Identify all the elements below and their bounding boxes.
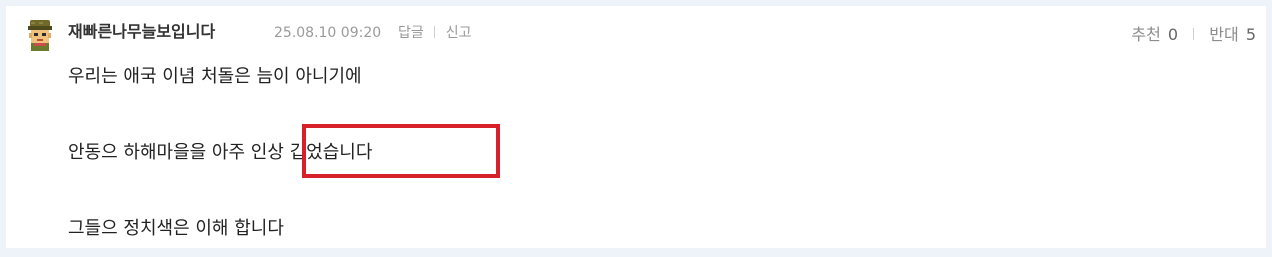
upvote-label: 추천 <box>1131 25 1161 44</box>
soldier-avatar-icon[interactable] <box>22 17 58 53</box>
comment-meta: 25.08.10 09:20 답글 신고 <box>274 23 471 43</box>
author-name[interactable]: 재빠른나무늘보입니다 <box>68 20 215 44</box>
reply-link[interactable]: 답글 <box>398 25 424 41</box>
report-link[interactable]: 신고 <box>446 25 472 41</box>
comment-text-line: 그들으 정치색은 이해 합니다 <box>68 218 284 239</box>
red-highlight-box <box>302 124 500 178</box>
downvote-label: 반대 <box>1209 25 1239 44</box>
upvote-count: 0 <box>1167 25 1179 44</box>
comment-date: 25.08.10 09:20 <box>274 25 382 41</box>
divider <box>434 26 436 38</box>
downvote-count: 5 <box>1245 25 1256 44</box>
divider <box>1193 28 1195 40</box>
downvote-button[interactable]: 반대 5 <box>1209 25 1256 44</box>
comment-text-line: 우리는 애국 이념 처돌은 늠이 아니기에 <box>68 66 362 87</box>
vote-box: 추천 0 반대 5 <box>1131 23 1256 47</box>
upvote-button[interactable]: 추천 0 <box>1131 25 1183 44</box>
comment-card: 재빠른나무늘보입니다 25.08.10 09:20 답글 신고 추천 0 반대 … <box>6 6 1266 248</box>
